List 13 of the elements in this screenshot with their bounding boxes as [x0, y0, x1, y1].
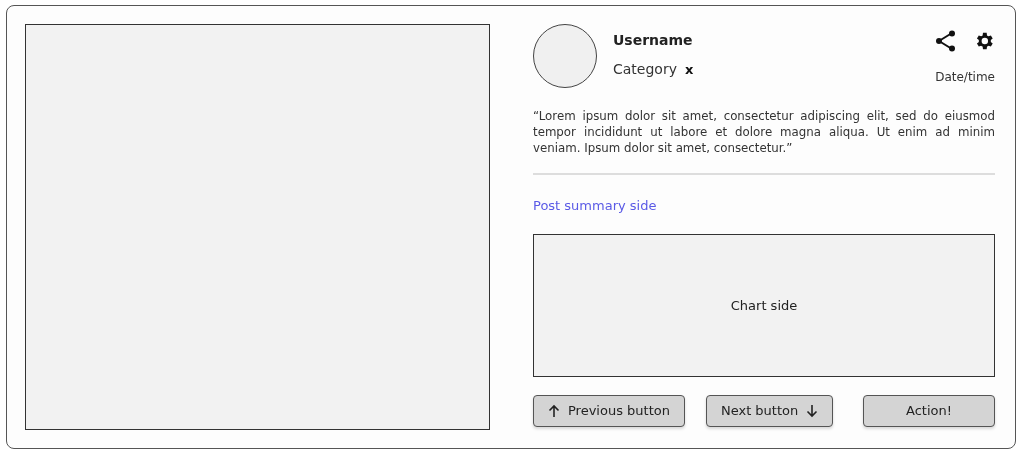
- action-button[interactable]: Action!: [863, 395, 995, 428]
- remove-category[interactable]: x: [684, 59, 694, 80]
- up-arrow-icon: [548, 404, 560, 419]
- post-summary-link[interactable]: Post summary side: [533, 196, 657, 216]
- date-time: Date/time: [935, 69, 995, 86]
- category-tag: Category: [613, 59, 677, 80]
- username: Username: [613, 31, 694, 50]
- chart-label: Chart side: [730, 296, 798, 315]
- previous-button[interactable]: Previous button: [533, 395, 685, 428]
- next-button[interactable]: Next button: [705, 395, 834, 428]
- down-arrow-icon: [806, 404, 819, 419]
- share-icon[interactable]: [935, 30, 957, 52]
- post-quote: “Lorem ipsum dolor sit amet, consectetur adipiscing elit, sed do eiusmod tempor incididunt ut labore et dolore magna aliqua. Ut enim ad minim veniam. Ipsum dolor sit amet, consectetur.”: [533, 108, 995, 157]
